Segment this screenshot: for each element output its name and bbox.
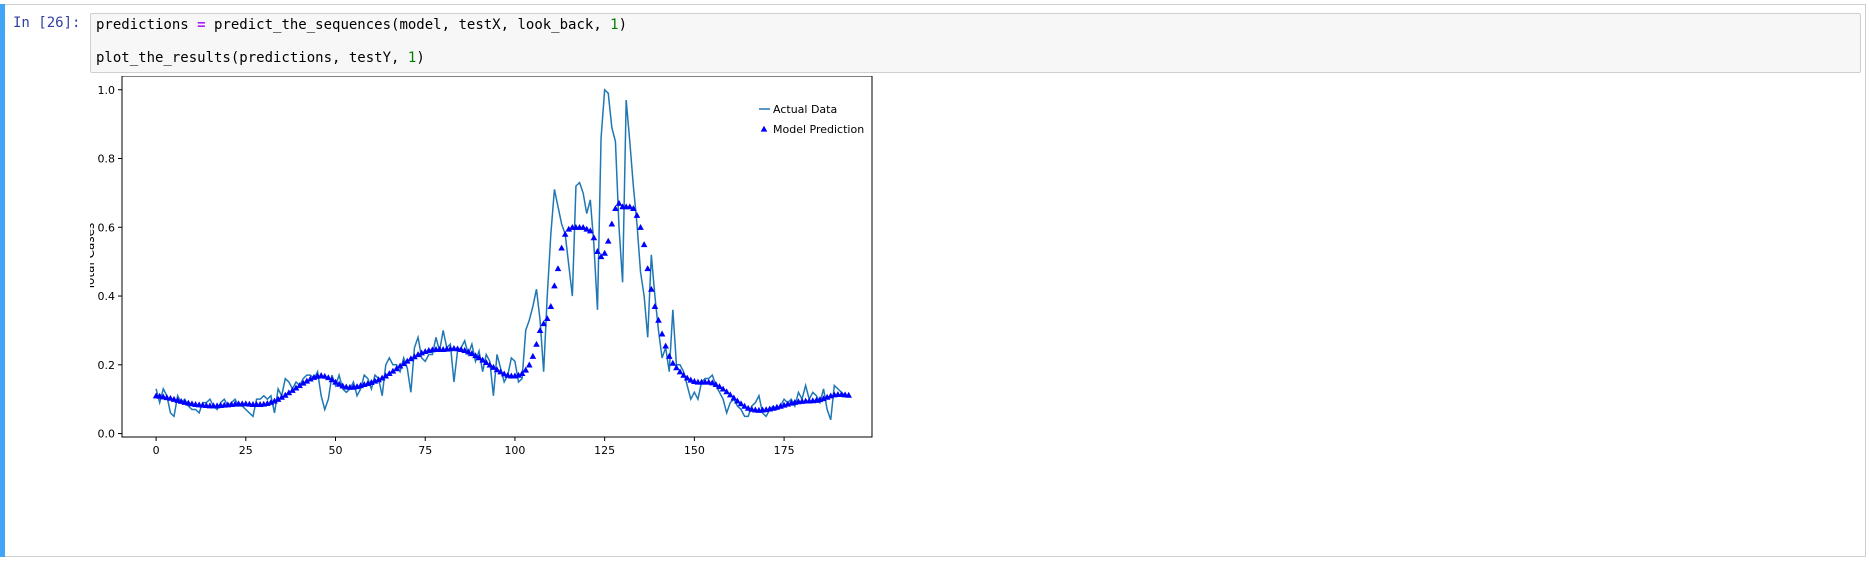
code-line-1[interactable]: predictions = predict_the_sequences(mode… (96, 17, 627, 33)
cell-prompt: In [26]: (13, 15, 81, 31)
x-tick-label: 25 (239, 444, 253, 457)
code-call: plot_the_results(predictions, testY, (96, 50, 408, 66)
legend-label-actual: Actual Data (773, 103, 837, 116)
y-tick-label: 1.0 (98, 84, 116, 97)
x-tick-label: 175 (774, 444, 795, 457)
code-variable: predictions (96, 17, 189, 33)
x-tick-label: 125 (594, 444, 615, 457)
code-close-paren: ) (416, 50, 425, 66)
legend-label-prediction: Model Prediction (773, 123, 864, 136)
x-tick-label: 50 (329, 444, 343, 457)
y-tick-label: 0.6 (98, 221, 116, 234)
cell-output: 0 25 50 75 100 125 150 175 0.0 0.2 0.4 0.6 0.8 1.0 Tot… (83, 75, 1090, 556)
y-tick-label: 0.0 (98, 428, 116, 441)
results-chart: 0 25 50 75 100 125 150 175 0.0 0.2 0.4 0.6 0.8 1.0 Tot… (83, 75, 873, 457)
x-tick-label: 100 (504, 444, 525, 457)
code-line-2[interactable]: plot_the_results(predictions, testY, 1) (96, 50, 425, 66)
y-tick-label: 0.8 (98, 153, 116, 166)
y-tick-label: 0.2 (98, 359, 116, 372)
x-tick-label: 0 (153, 444, 160, 457)
code-close-paren: ) (618, 17, 628, 33)
x-tick-label: 75 (418, 444, 432, 457)
code-operator: = (197, 17, 206, 33)
y-axis-label: Total Cases (90, 223, 97, 291)
plot-frame (121, 75, 873, 438)
code-number: 1 (610, 17, 619, 33)
x-tick-label: 150 (684, 444, 705, 457)
code-editor[interactable]: predictions = predict_the_sequences(mode… (90, 13, 1861, 73)
code-call: predict_the_sequences(model, testX, look… (205, 17, 611, 33)
y-tick-label: 0.4 (98, 290, 116, 303)
